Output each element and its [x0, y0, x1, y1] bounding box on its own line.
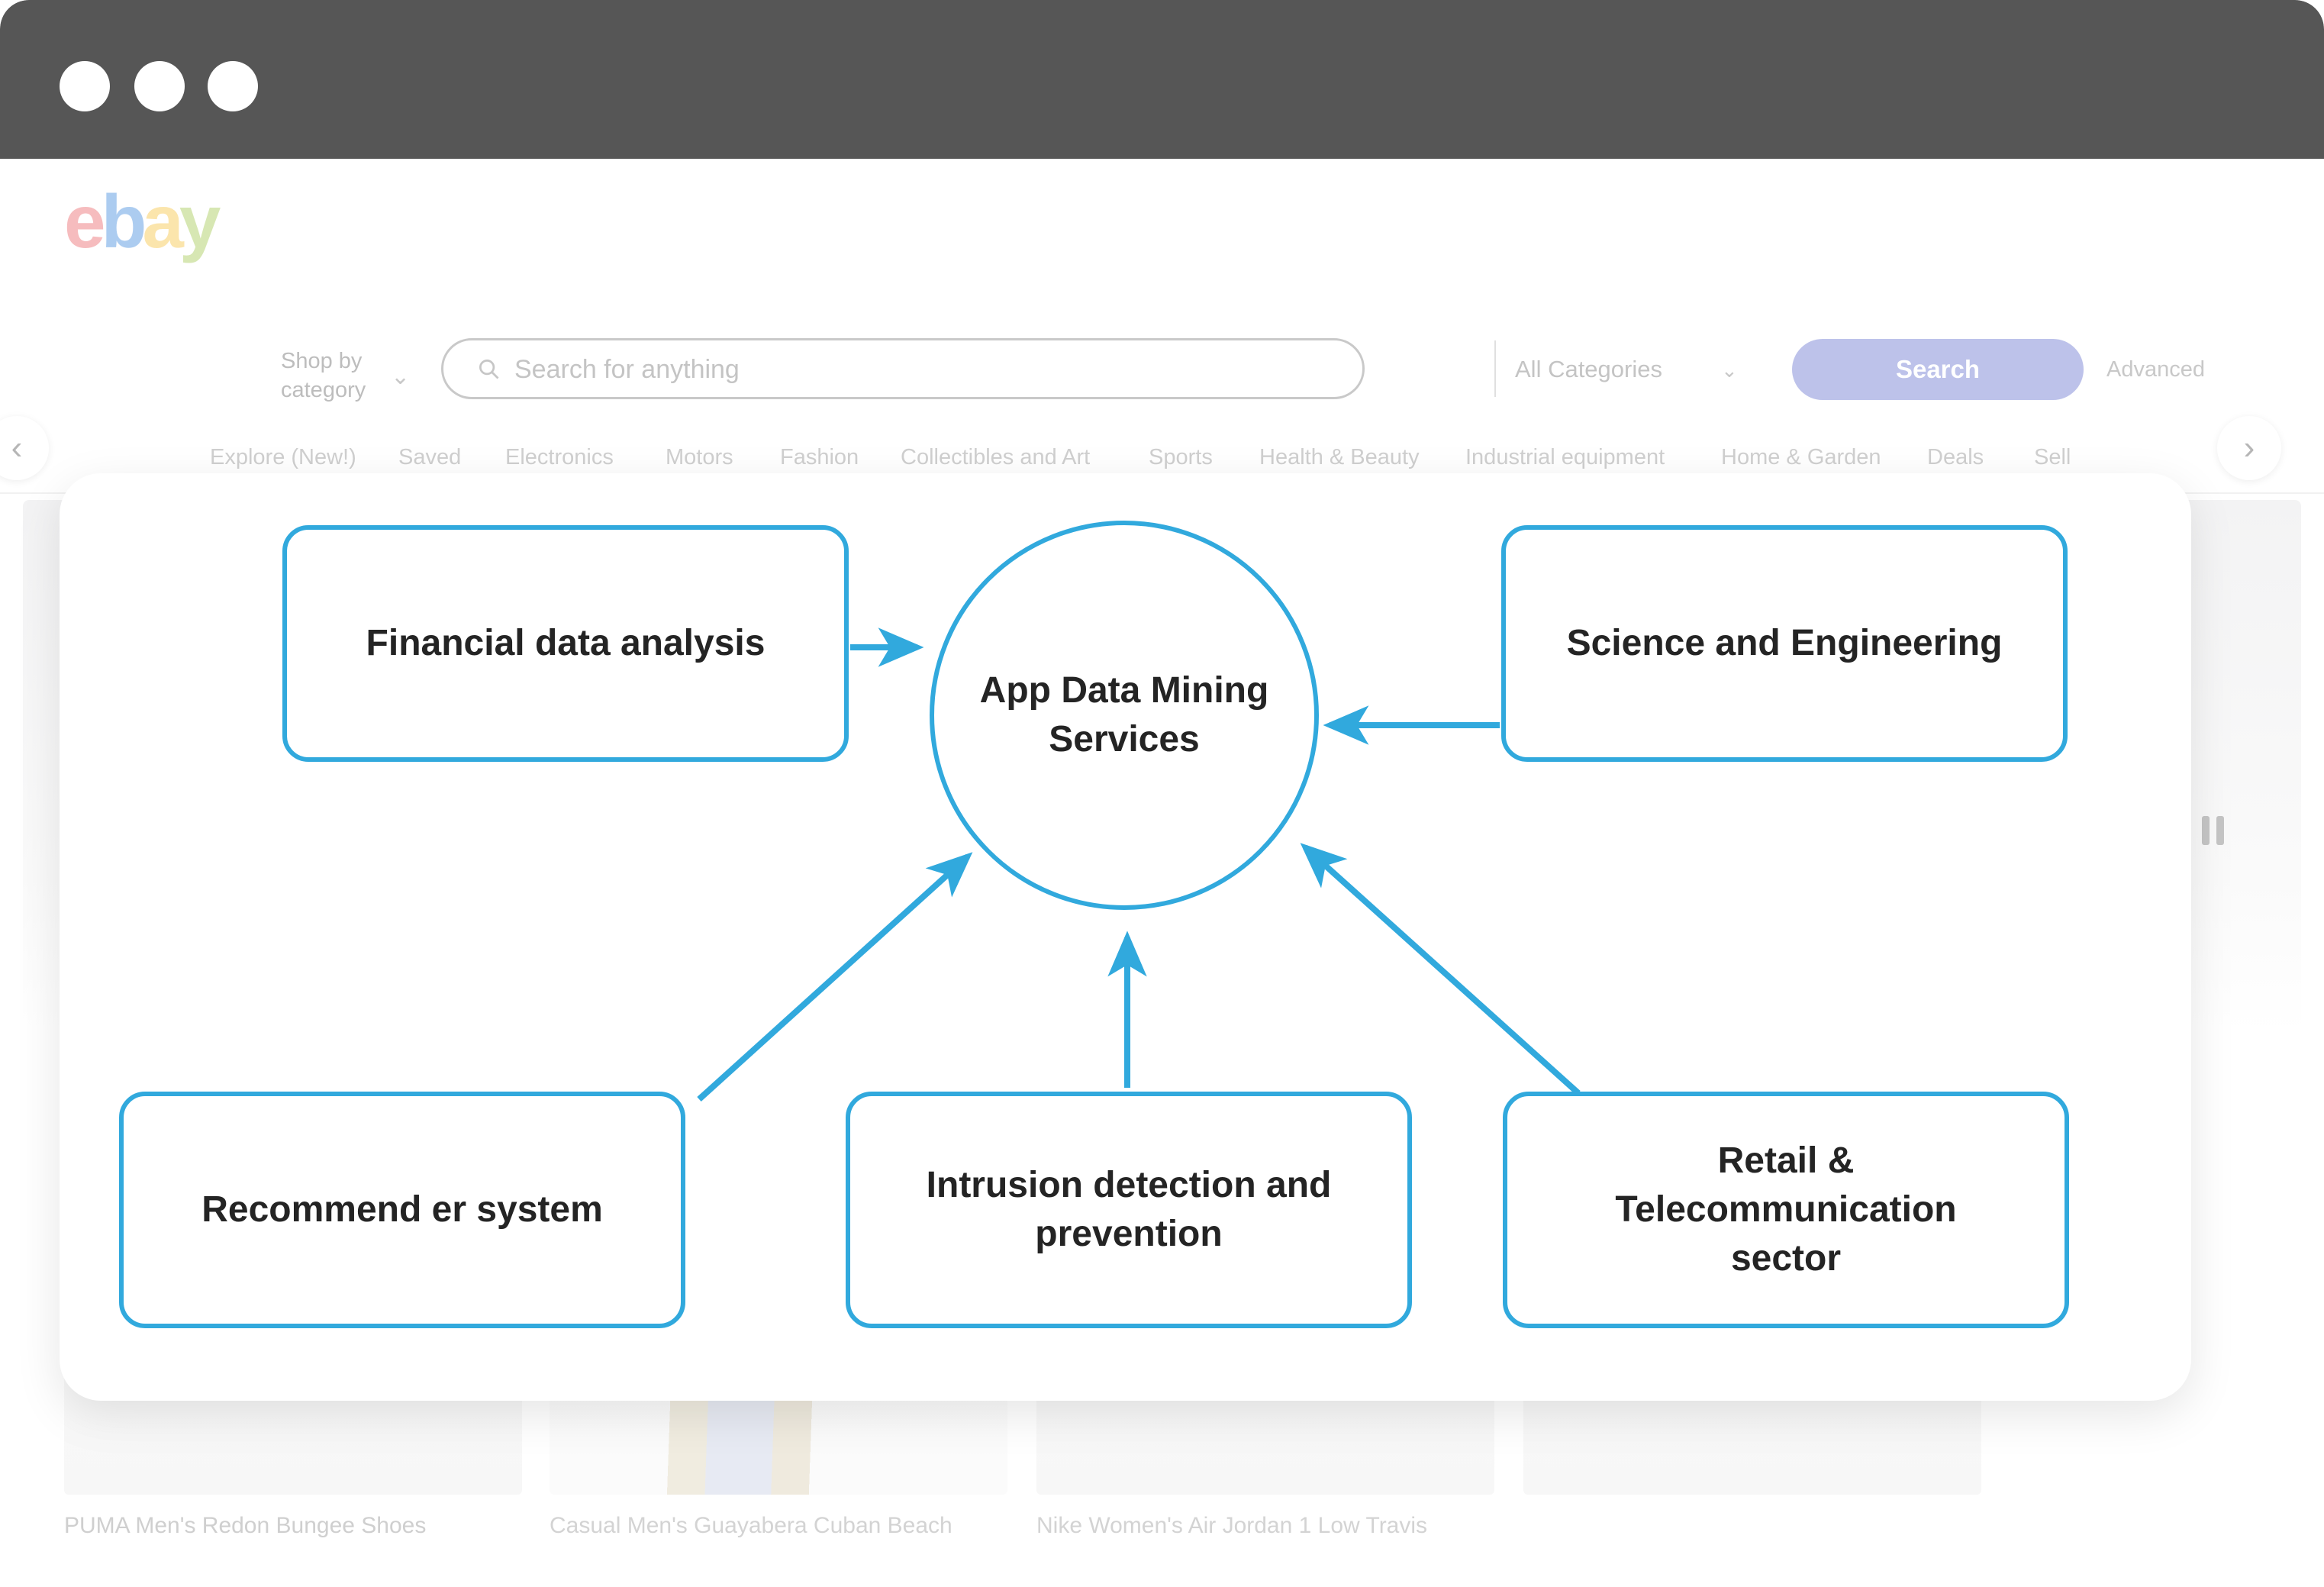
node-label-line3: sector: [1730, 1238, 1842, 1279]
browser-window: ebay Shop by category ⌄ All Categories ⌄…: [0, 0, 2324, 1587]
product-title: Nike Women's Air Jordan 1 Low Travis: [1036, 1513, 1428, 1538]
nav-item-3[interactable]: Motors: [666, 445, 733, 470]
nav-item-7[interactable]: Health & Beauty: [1259, 445, 1420, 470]
site-header: ebay Shop by category ⌄ All Categories ⌄…: [0, 159, 2324, 402]
search-input[interactable]: [513, 351, 1004, 388]
node-app-data-mining-services[interactable]: App Data Mining Services: [930, 521, 1319, 910]
node-label: Financial data analysis: [366, 623, 766, 663]
ebay-logo[interactable]: ebay: [64, 183, 255, 260]
chevron-down-icon[interactable]: ⌄: [391, 363, 410, 390]
pause-icon[interactable]: [2192, 810, 2233, 851]
nav-item-0[interactable]: Explore (New!): [210, 445, 356, 470]
node-intrusion-detection-and-prevention[interactable]: Intrusion detection and prevention: [846, 1092, 1412, 1328]
node-label: App Data Mining Services: [980, 666, 1269, 764]
window-minimize-button[interactable]: [134, 61, 185, 111]
node-label-line1: App Data Mining: [979, 670, 1269, 711]
chevron-right-icon[interactable]: ›: [2217, 416, 2281, 480]
nav-item-9[interactable]: Home & Garden: [1721, 445, 1881, 470]
nav-item-11[interactable]: Sell: [2034, 445, 2071, 470]
window-close-button[interactable]: [60, 61, 110, 111]
logo-letter-a: a: [142, 179, 183, 263]
shop-by-category-label[interactable]: Shop by category: [281, 347, 395, 405]
logo-letter-e: e: [64, 179, 105, 263]
window-titlebar: [0, 0, 2324, 159]
nav-item-1[interactable]: Saved: [398, 445, 461, 470]
advanced-search-link[interactable]: Advanced: [2106, 357, 2205, 382]
diagram-overlay-card: Financial data analysis Science and Engi…: [60, 473, 2191, 1401]
node-label: Science and Engineering: [1566, 623, 2003, 663]
search-divider: [1494, 340, 1496, 397]
search-icon: [477, 357, 500, 380]
nav-item-4[interactable]: Fashion: [780, 445, 859, 470]
node-label-line1: Retail &: [1717, 1140, 1855, 1181]
nav-item-8[interactable]: Industrial equipment: [1465, 445, 1665, 470]
category-select-value[interactable]: All Categories: [1515, 356, 1662, 383]
nav-item-6[interactable]: Sports: [1149, 445, 1213, 470]
node-financial-data-analysis[interactable]: Financial data analysis: [282, 525, 849, 762]
nav-item-10[interactable]: Deals: [1927, 445, 1984, 470]
chevron-down-icon[interactable]: ⌄: [1721, 359, 1738, 382]
node-label-line2: Services: [1049, 719, 1200, 760]
node-science-and-engineering[interactable]: Science and Engineering: [1501, 525, 2068, 762]
node-recommender-system[interactable]: Recommend er system: [119, 1092, 685, 1328]
product-title: Casual Men's Guayabera Cuban Beach: [550, 1513, 952, 1538]
nav-item-5[interactable]: Collectibles and Art: [901, 445, 1090, 470]
node-retail-and-telecommunication-sector[interactable]: Retail & Telecommunication sector: [1503, 1092, 2069, 1328]
logo-letter-y: y: [179, 179, 221, 263]
node-label: Recommend er system: [201, 1189, 603, 1230]
node-label-line2: prevention: [1035, 1214, 1223, 1254]
edge-retail-to-center: [1300, 843, 1581, 1095]
nav-item-2[interactable]: Electronics: [505, 445, 614, 470]
node-label: Intrusion detection and prevention: [927, 1161, 1332, 1259]
logo-letter-b: b: [101, 179, 147, 263]
node-label-line1: Intrusion detection and: [926, 1165, 1332, 1205]
node-label-line2: Telecommunication: [1615, 1189, 1957, 1230]
window-maximize-button[interactable]: [208, 61, 258, 111]
search-button[interactable]: Search: [1792, 339, 2084, 400]
node-label: Retail & Telecommunication sector: [1615, 1137, 1956, 1283]
edge-recommender-to-center: [697, 852, 973, 1102]
product-title: PUMA Men's Redon Bungee Shoes: [64, 1513, 427, 1538]
